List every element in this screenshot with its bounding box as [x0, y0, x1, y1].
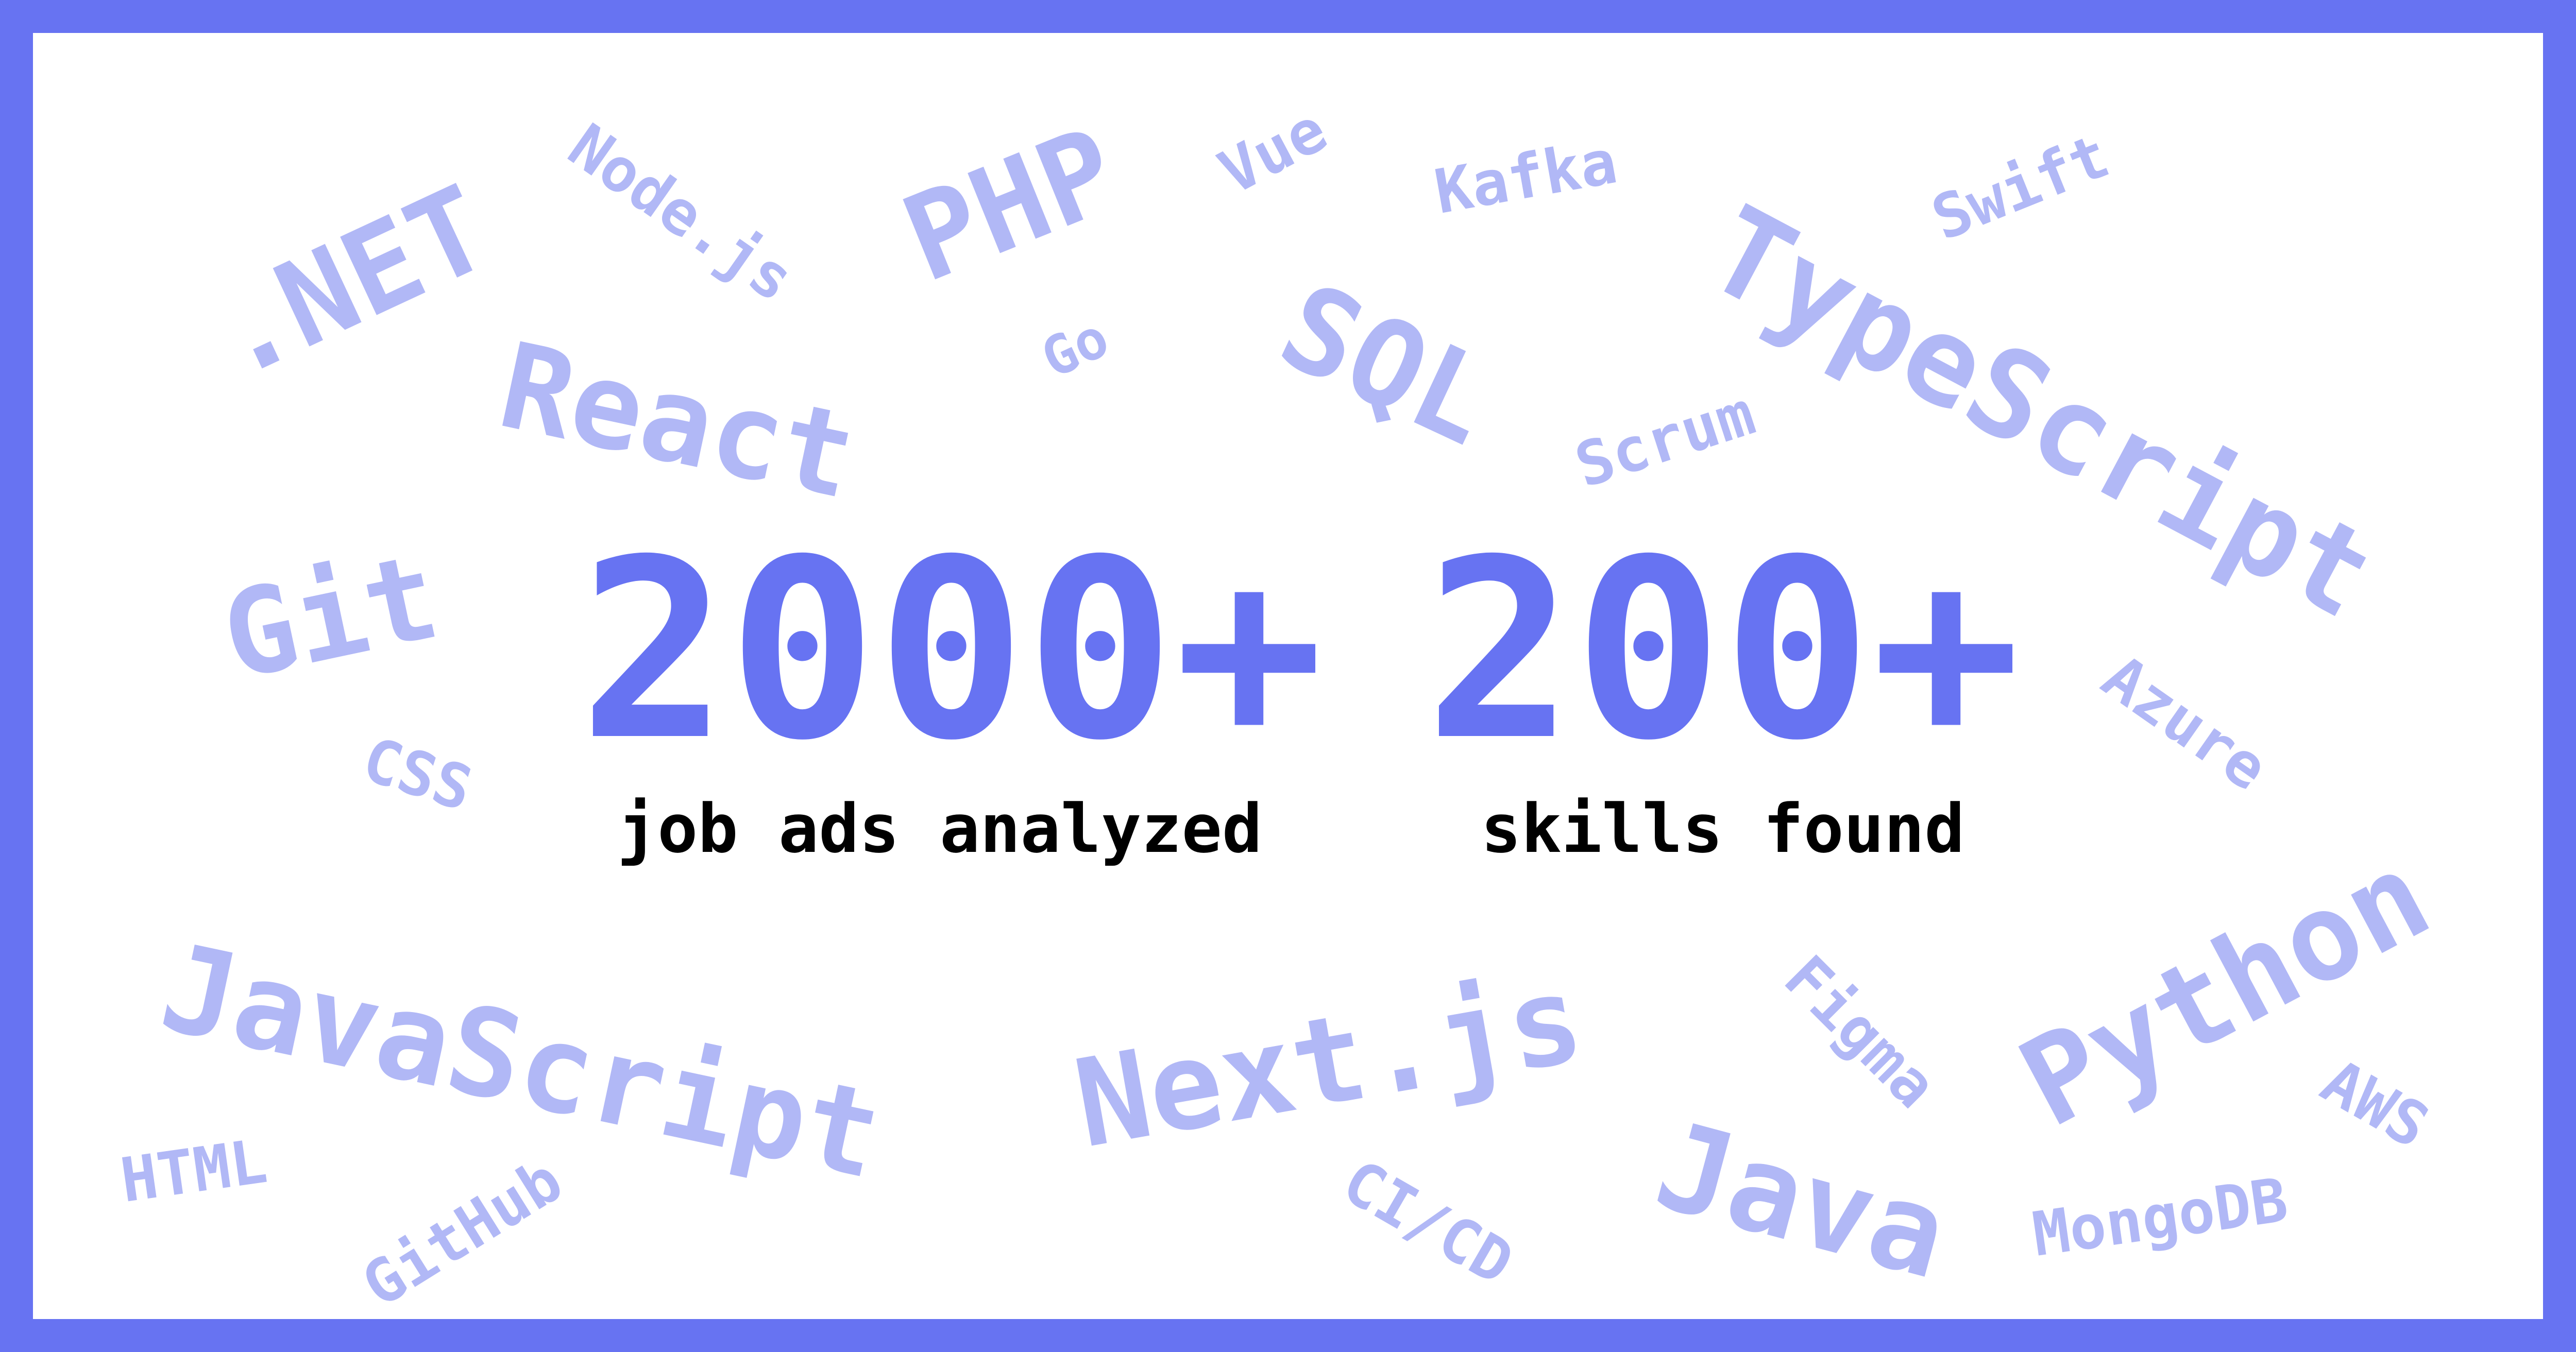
- skill-sql: SQL: [1261, 257, 1513, 473]
- skill-nextjs: Next.js: [1065, 948, 1592, 1175]
- skill-github: GitHub: [350, 1144, 574, 1319]
- skill-go: Go: [1032, 306, 1118, 391]
- skill-net: .NET: [192, 160, 510, 405]
- skill-kafka: Kafka: [1429, 126, 1622, 228]
- skill-nodejs: Node.js: [556, 110, 807, 316]
- skill-cicd: CI/CD: [1331, 1145, 1525, 1299]
- skill-html: HTML: [116, 1125, 272, 1217]
- skill-aws: AWS: [2310, 1045, 2441, 1162]
- skill-scrum: Scrum: [1567, 377, 1763, 502]
- stat-job-ads-label: job ads analyzed: [617, 790, 1263, 868]
- stat-job-ads-value: 2000+: [579, 507, 1324, 795]
- skill-git: Git: [211, 527, 450, 707]
- skill-swift: Swift: [1922, 119, 2119, 254]
- skill-figma: Figma: [1771, 942, 1951, 1122]
- stat-skills-value: 200+: [1425, 507, 2021, 795]
- skill-vue: Vue: [1208, 94, 1338, 208]
- skill-java: Java: [1642, 1095, 1961, 1307]
- skill-css: CSS: [354, 723, 481, 825]
- skill-php: PHP: [885, 101, 1136, 310]
- skill-react: React: [488, 317, 867, 526]
- skill-mongodb: MongoDB: [2028, 1164, 2292, 1270]
- word-cloud-card: .NET Node.js PHP Vue Kafka Swift TypeScr…: [33, 33, 2543, 1319]
- skill-azure: Azure: [2090, 641, 2281, 805]
- stat-skills-label: skills found: [1481, 790, 1965, 868]
